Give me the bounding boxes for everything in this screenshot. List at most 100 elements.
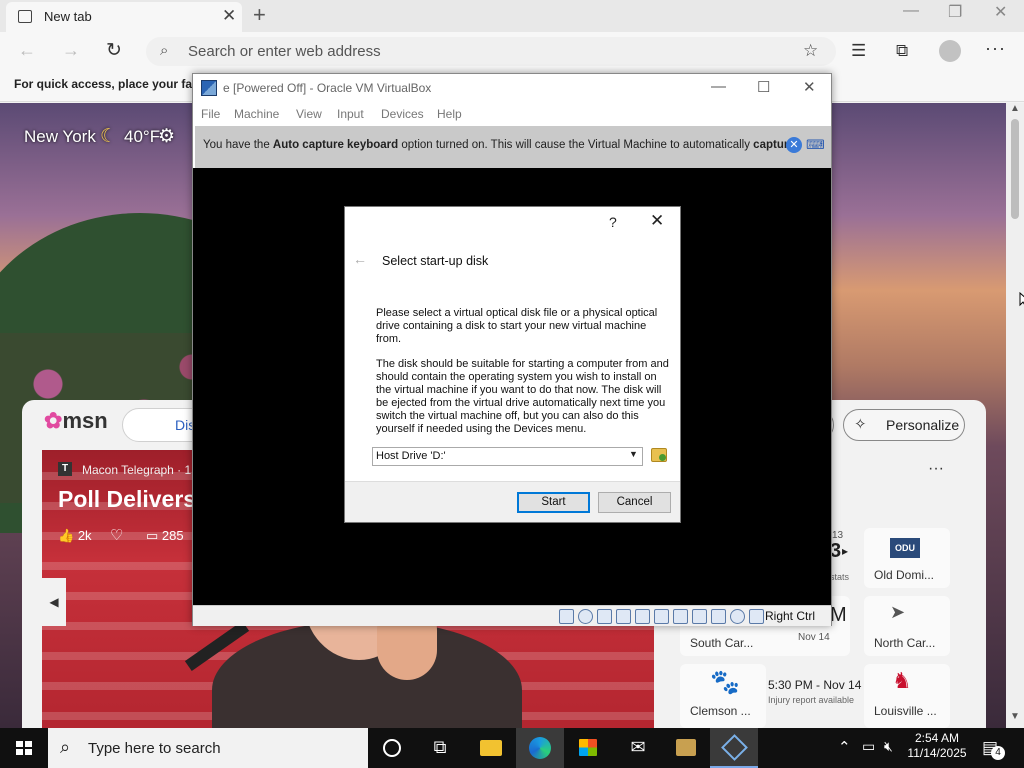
dislike-icon[interactable]: ♡	[110, 526, 123, 544]
close-window-icon[interactable]: ✕	[994, 2, 1007, 22]
keyboard-capture-icon[interactable]: ⌨	[806, 137, 825, 153]
news-headline[interactable]: Poll Delivers	[58, 486, 196, 513]
back-arrow-icon[interactable]: ←	[353, 251, 367, 267]
menu-devices[interactable]: Devices	[381, 107, 424, 121]
dialog-heading: Select start-up disk	[382, 254, 489, 268]
usb-icon[interactable]	[635, 609, 650, 624]
restore-icon[interactable]: ❐	[948, 2, 962, 22]
drive-select[interactable]: Host Drive 'D:' ▼	[372, 447, 643, 466]
back-icon[interactable]: ←	[18, 40, 36, 61]
sports-card[interactable]: 🐾 Clemson ...	[680, 664, 766, 728]
carousel-prev-button[interactable]: ◀	[42, 578, 66, 626]
tab-title: New tab	[44, 9, 92, 24]
taskbar-search[interactable]: ⌕ Type here to search	[48, 728, 368, 768]
msn-logo-text: msn	[62, 408, 108, 433]
address-bar[interactable]: ⌕ Search or enter web address	[146, 37, 836, 66]
info-close-icon[interactable]: ✕	[786, 137, 802, 153]
cortana-button[interactable]	[368, 728, 416, 768]
folder-icon	[480, 740, 502, 756]
clock-date: 11/14/2025	[907, 746, 967, 760]
new-tab-icon[interactable]: +	[253, 2, 266, 28]
cpu-icon[interactable]	[711, 609, 726, 624]
sports-card[interactable]: ♞ Louisville ...	[864, 664, 950, 728]
volume-muted-icon[interactable]: 🔇︎	[884, 738, 893, 755]
vbox-titlebar[interactable]: e [Powered Off] - Oracle VM VirtualBox —…	[193, 74, 831, 102]
gear-icon[interactable]: ⚙	[158, 125, 175, 148]
audio-icon[interactable]	[597, 609, 612, 624]
forward-icon[interactable]: →	[62, 40, 80, 61]
notification-count: 4	[991, 746, 1005, 760]
comment-count[interactable]: ▭ 285	[146, 528, 184, 544]
file-explorer-button[interactable]	[466, 728, 514, 768]
task-view-button[interactable]: ⧉	[416, 728, 464, 768]
system-clock[interactable]: 2:54 AM 11/14/2025	[902, 731, 972, 761]
profile-avatar[interactable]	[939, 40, 961, 62]
scroll-down-icon[interactable]: ▼	[1010, 711, 1020, 722]
weather-temperature: 40°F	[124, 127, 161, 146]
dialog-paragraph-1: Please select a virtual optical disk fil…	[376, 307, 658, 345]
help-icon[interactable]: ?	[609, 214, 617, 230]
edge-button[interactable]	[516, 728, 564, 768]
banner-text: option turned on. This will cause the Vi…	[398, 139, 754, 151]
task-view-icon: ⧉	[433, 737, 447, 757]
minimize-icon[interactable]: —	[903, 2, 919, 20]
display-icon[interactable]	[673, 609, 688, 624]
media-player-button[interactable]	[662, 728, 710, 768]
virtualbox-taskbar-button[interactable]	[710, 728, 758, 768]
vbox-statusbar: Right Ctrl	[193, 605, 831, 626]
menu-input[interactable]: Input	[337, 107, 364, 121]
moon-icon: ☾	[100, 126, 118, 147]
tab-close-icon[interactable]: ✕	[222, 6, 236, 26]
dialog-paragraph-2: The disk should be suitable for starting…	[376, 358, 669, 435]
dialog-close-icon[interactable]: ✕	[650, 211, 664, 231]
menu-file[interactable]: File	[201, 107, 220, 121]
vbox-close-icon[interactable]: ✕	[803, 78, 816, 96]
cancel-button[interactable]: Cancel	[598, 492, 671, 513]
mouse-integration-icon[interactable]	[730, 609, 745, 624]
team-name: Louisville ...	[874, 704, 937, 718]
paw-icon: 🐾	[710, 669, 740, 696]
network-icon[interactable]: ▭	[862, 738, 875, 755]
shared-folders-icon[interactable]	[654, 609, 669, 624]
page-scrollbar[interactable]: ▲ ▼	[1006, 103, 1024, 728]
tab-new-tab[interactable]: New tab ✕	[6, 2, 242, 32]
optical-drive-icon[interactable]	[578, 609, 593, 624]
scroll-up-icon[interactable]: ▲	[1010, 103, 1020, 114]
more-icon[interactable]: ···	[928, 460, 944, 478]
cortana-icon	[383, 739, 401, 757]
scrollbar-thumb[interactable]	[1011, 119, 1019, 219]
virtualbox-icon	[721, 734, 748, 761]
sports-card[interactable]: ODU Old Domi...	[864, 528, 950, 588]
personalize-button[interactable]: ✧ Personalize	[843, 409, 965, 441]
start-button-windows[interactable]	[0, 728, 48, 768]
keyboard-download-icon[interactable]	[749, 609, 764, 624]
hard-disk-icon[interactable]	[559, 609, 574, 624]
like-count[interactable]: 👍 2k	[58, 528, 92, 544]
host-key-label: Right Ctrl	[765, 609, 816, 623]
sports-card[interactable]: ➤ North Car...	[864, 596, 950, 656]
favorite-star-icon[interactable]: ☆	[803, 41, 818, 61]
network-icon[interactable]	[616, 609, 631, 624]
cardinal-icon: ♞	[892, 668, 912, 693]
show-hidden-icons-icon[interactable]: ⌃	[838, 738, 851, 756]
start-button[interactable]: Start	[517, 492, 590, 513]
favorites-icon[interactable]: ☰	[851, 41, 866, 61]
menu-machine[interactable]: Machine	[234, 107, 279, 121]
address-placeholder: Search or enter web address	[188, 43, 381, 60]
reload-icon[interactable]: ↻	[106, 39, 122, 62]
more-options-icon[interactable]: ···	[985, 38, 1006, 59]
dialog-footer: Start Cancel	[345, 481, 680, 522]
choose-disk-folder-icon[interactable]	[651, 448, 667, 462]
vbox-minimize-icon[interactable]: —	[711, 78, 726, 95]
collections-icon[interactable]: ⧉	[896, 41, 908, 61]
menu-view[interactable]: View	[296, 107, 322, 121]
mail-button[interactable]: ✉	[614, 728, 662, 768]
startup-disk-dialog: ? ✕ ← Select start-up disk Please select…	[344, 206, 681, 523]
store-button[interactable]	[564, 728, 612, 768]
vbox-maximize-icon[interactable]: ☐	[757, 78, 770, 96]
action-center-button[interactable]: ▤ 4	[982, 738, 1005, 760]
video-capture-icon[interactable]	[692, 609, 707, 624]
news-source-logo: T	[58, 462, 72, 476]
msn-logo[interactable]: ✿msn	[44, 408, 108, 434]
menu-help[interactable]: Help	[437, 107, 462, 121]
